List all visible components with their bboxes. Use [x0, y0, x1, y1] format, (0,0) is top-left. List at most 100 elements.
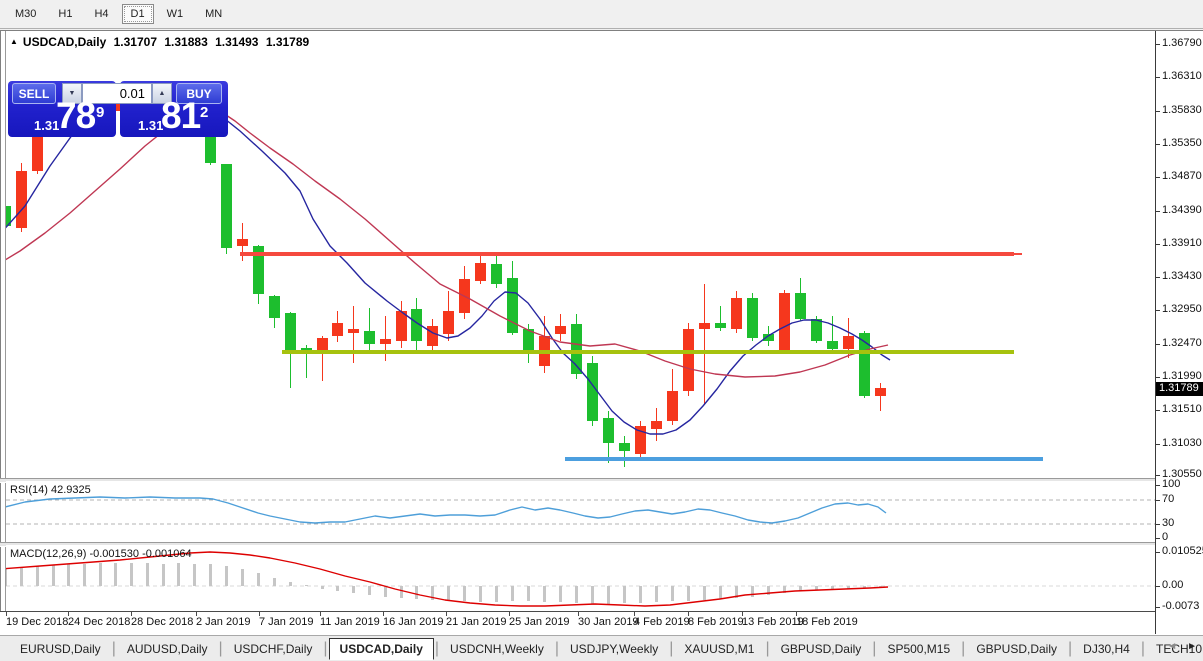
- buy-price-prefix: 1.31: [138, 119, 163, 132]
- chart-header: ▲ USDCAD,Daily 1.31707 1.31883 1.31493 1.…: [10, 35, 313, 49]
- timeframe-tab-w1[interactable]: W1: [158, 4, 193, 24]
- macd-axis-label-tick: [1155, 607, 1160, 608]
- tab-separator: |: [219, 640, 223, 658]
- chart-tab-usdchf-daily[interactable]: USDCHF,Daily: [224, 639, 323, 659]
- price-axis-label: 1.35830: [1162, 104, 1202, 116]
- tab-separator: |: [961, 640, 965, 658]
- chart-tab-xauusd-m1[interactable]: XAUUSD,M1: [674, 639, 764, 659]
- rsi-axis-label-tick: [1155, 485, 1160, 486]
- chart-tab-bar: EURUSD,Daily|AUDUSD,Daily|USDCHF,Daily|U…: [0, 635, 1203, 661]
- price-axis-label-tick: [1155, 444, 1160, 445]
- scroll-left-icon[interactable]: ◄: [1167, 641, 1177, 652]
- timeframe-tab-mn[interactable]: MN: [196, 4, 231, 24]
- buy-price-big: 81: [161, 97, 200, 134]
- rsi-axis-label: 100: [1162, 478, 1180, 490]
- tab-separator: |: [872, 640, 876, 658]
- rsi-axis-label: 0: [1162, 531, 1168, 543]
- rsi-indicator-chart[interactable]: [6, 481, 1155, 542]
- tab-separator: |: [435, 640, 439, 658]
- price-axis-label-tick: [1155, 77, 1160, 78]
- chart-tab-sp500-m15[interactable]: SP500,M15: [877, 639, 960, 659]
- date-axis-label: 7 Jan 2019: [259, 616, 313, 628]
- date-axis-label: 24 Dec 2018: [68, 616, 130, 628]
- price-axis-label: 1.35350: [1162, 137, 1202, 149]
- chart-tab-usdcnh-weekly[interactable]: USDCNH,Weekly: [440, 639, 554, 659]
- date-axis-label: 8 Feb 2019: [688, 616, 744, 628]
- chart-window: ▲ USDCAD,Daily 1.31707 1.31883 1.31493 1.…: [0, 30, 1203, 661]
- price-axis-label: 1.32950: [1162, 303, 1202, 315]
- price-axis-separator: [1155, 31, 1156, 634]
- tab-scroll-buttons: ◄►: [1167, 641, 1197, 652]
- chart-tab-gbpusd-daily[interactable]: GBPUSD,Daily: [966, 639, 1067, 659]
- price-axis-label-tick: [1155, 244, 1160, 245]
- price-axis-label: 1.34870: [1162, 170, 1202, 182]
- chart-tab-gbpusd-daily[interactable]: GBPUSD,Daily: [771, 639, 872, 659]
- price-axis-label: 1.33430: [1162, 270, 1202, 282]
- macd-axis-label: 0.00: [1162, 579, 1183, 591]
- chart-tab-audusd-daily[interactable]: AUDUSD,Daily: [117, 639, 218, 659]
- sell-price-sup: 9: [96, 105, 104, 120]
- price-axis-label-tick: [1155, 310, 1160, 311]
- date-axis-label: 2 Jan 2019: [196, 616, 250, 628]
- current-price-tag: 1.31789: [1156, 382, 1203, 396]
- price-axis-label-tick: [1155, 144, 1160, 145]
- date-axis-label: 21 Jan 2019: [446, 616, 507, 628]
- rsi-axis-label: 30: [1162, 517, 1174, 529]
- date-axis-label: 30 Jan 2019: [578, 616, 639, 628]
- timeframe-tab-m30[interactable]: M30: [6, 4, 45, 24]
- ohlc-open: 1.31707: [114, 35, 157, 49]
- ohlc-high: 1.31883: [164, 35, 207, 49]
- chart-symbol-title: USDCAD,Daily: [23, 35, 106, 49]
- date-axis-label: 28 Dec 2018: [131, 616, 193, 628]
- chart-tab-usdjpy-weekly[interactable]: USDJPY,Weekly: [560, 639, 668, 659]
- date-axis-label: 18 Feb 2019: [796, 616, 858, 628]
- timeframe-tab-d1[interactable]: D1: [122, 4, 154, 24]
- price-axis-label-tick: [1155, 277, 1160, 278]
- timeframe-tab-h4[interactable]: H4: [85, 4, 117, 24]
- date-axis-label: 13 Feb 2019: [742, 616, 804, 628]
- chart-tab-dj30-h4[interactable]: DJ30,H4: [1073, 639, 1140, 659]
- tab-separator: |: [112, 640, 116, 658]
- collapse-panel-icon[interactable]: ▲: [10, 37, 18, 46]
- price-axis-label: 1.31030: [1162, 437, 1202, 449]
- ohlc-close: 1.31789: [266, 35, 309, 49]
- tab-separator: |: [669, 640, 673, 658]
- price-axis-label: 1.34390: [1162, 204, 1202, 216]
- rsi-axis-label-tick: [1155, 538, 1160, 539]
- price-axis-label-tick: [1155, 177, 1160, 178]
- rsi-axis-label: 70: [1162, 493, 1174, 505]
- price-axis-label: 1.33910: [1162, 237, 1202, 249]
- chart-tab-eurusd-daily[interactable]: EURUSD,Daily: [10, 639, 111, 659]
- sell-button[interactable]: SELL: [12, 83, 56, 104]
- price-axis-label: 1.36310: [1162, 70, 1202, 82]
- sell-price-big: 78: [56, 97, 95, 134]
- macd-axis-label-tick: [1155, 586, 1160, 587]
- price-axis-label-tick: [1155, 475, 1160, 476]
- price-axis-label-tick: [1155, 410, 1160, 411]
- macd-axis-label: 0.010525: [1162, 545, 1203, 557]
- tab-separator: |: [555, 640, 559, 658]
- date-axis[interactable]: 19 Dec 201824 Dec 201828 Dec 20182 Jan 2…: [0, 611, 1155, 635]
- ohlc-low: 1.31493: [215, 35, 258, 49]
- chart-tab-usdcad-daily[interactable]: USDCAD,Daily: [329, 638, 434, 660]
- tab-separator: |: [1141, 640, 1145, 658]
- price-axis-label-tick: [1155, 211, 1160, 212]
- price-axis-label-tick: [1155, 111, 1160, 112]
- rsi-axis-label-tick: [1155, 524, 1160, 525]
- price-axis-label-tick: [1155, 377, 1160, 378]
- timeframe-tab-h1[interactable]: H1: [49, 4, 81, 24]
- macd-label: MACD(12,26,9) -0.001530 -0.001064: [10, 548, 192, 560]
- price-axis-label: 1.31510: [1162, 403, 1202, 415]
- window-left-border: [0, 31, 1, 661]
- date-axis-label: 16 Jan 2019: [383, 616, 444, 628]
- rsi-axis-label-tick: [1155, 500, 1160, 501]
- rsi-label: RSI(14) 42.9325: [10, 484, 91, 496]
- scroll-right-icon[interactable]: ►: [1187, 641, 1197, 652]
- macd-axis-label: -0.0073: [1162, 600, 1199, 612]
- macd-axis-label-tick: [1155, 552, 1160, 553]
- tab-separator: |: [1068, 640, 1072, 658]
- timeframe-toolbar: M30H1H4D1W1MN: [0, 0, 1203, 29]
- price-axis-label: 1.36790: [1162, 37, 1202, 49]
- price-axis-label: 1.32470: [1162, 337, 1202, 349]
- date-axis-label: 25 Jan 2019: [509, 616, 570, 628]
